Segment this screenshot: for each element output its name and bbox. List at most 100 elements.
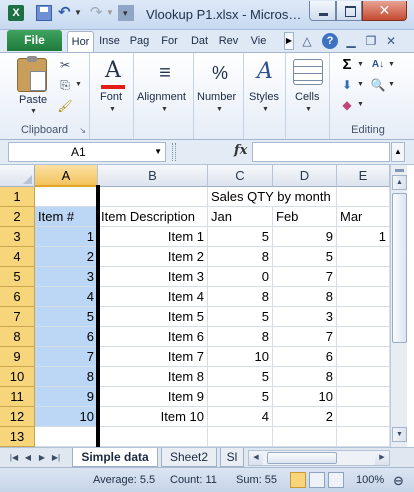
cell-c13[interactable] bbox=[208, 427, 273, 447]
cell-d13[interactable] bbox=[273, 427, 337, 447]
zoom-level[interactable]: 100% bbox=[356, 474, 384, 486]
autosum-icon[interactable]: Σ bbox=[339, 57, 355, 73]
cell-e1[interactable] bbox=[337, 187, 390, 207]
cell-c6[interactable]: 8 bbox=[208, 287, 273, 307]
row-header-4[interactable]: 4 bbox=[0, 247, 35, 267]
cell-a1[interactable] bbox=[35, 187, 98, 207]
sheet-tab-simple-data[interactable]: Simple data bbox=[72, 448, 158, 467]
paste-label[interactable]: Paste bbox=[19, 94, 47, 106]
prev-sheet-icon[interactable]: ◀ bbox=[22, 451, 34, 465]
tab-page-layout[interactable]: Pag bbox=[126, 31, 153, 52]
row-header-12[interactable]: 12 bbox=[0, 407, 35, 427]
tab-home[interactable]: Hor bbox=[67, 31, 94, 52]
customize-qat-icon[interactable]: ▾ bbox=[123, 5, 139, 21]
cell-e2[interactable]: Mar bbox=[337, 207, 390, 227]
alignment-icon[interactable]: ≡ bbox=[149, 59, 181, 91]
cell-d12[interactable]: 2 bbox=[273, 407, 337, 427]
scroll-left-icon[interactable]: ◀ bbox=[249, 451, 263, 465]
styles-label[interactable]: Styles bbox=[249, 91, 279, 103]
redo-icon[interactable]: ↷ bbox=[90, 5, 106, 21]
cell-a9[interactable]: 7 bbox=[35, 347, 98, 367]
cell-d3[interactable]: 9 bbox=[273, 227, 337, 247]
sheet-tab-sheet3[interactable]: Sl bbox=[220, 448, 244, 467]
row-header-6[interactable]: 6 bbox=[0, 287, 35, 307]
column-header-c[interactable]: C bbox=[208, 165, 273, 187]
row-header-8[interactable]: 8 bbox=[0, 327, 35, 347]
cell-d8[interactable]: 7 bbox=[273, 327, 337, 347]
cell-a2[interactable]: Item # bbox=[35, 207, 98, 227]
cell-b3[interactable]: Item 1 bbox=[98, 227, 208, 247]
scroll-down-icon[interactable]: ▼ bbox=[392, 427, 407, 442]
cell-b13[interactable] bbox=[98, 427, 208, 447]
row-header-5[interactable]: 5 bbox=[0, 267, 35, 287]
styles-icon[interactable]: A bbox=[249, 58, 281, 90]
row-header-3[interactable]: 3 bbox=[0, 227, 35, 247]
cell-e4[interactable] bbox=[337, 247, 390, 267]
cell-c9[interactable]: 10 bbox=[208, 347, 273, 367]
column-header-d[interactable]: D bbox=[273, 165, 337, 187]
page-break-view-icon[interactable] bbox=[328, 472, 344, 488]
alignment-dropdown-icon[interactable]: ▼ bbox=[161, 106, 168, 113]
last-sheet-icon[interactable]: ▶| bbox=[50, 451, 62, 465]
insert-function-icon[interactable]: fx bbox=[234, 143, 247, 158]
row-header-10[interactable]: 10 bbox=[0, 367, 35, 387]
sort-dropdown-icon[interactable]: ▼ bbox=[388, 61, 395, 68]
cell-e11[interactable] bbox=[337, 387, 390, 407]
row-header-13[interactable]: 13 bbox=[0, 427, 35, 447]
cell-c4[interactable]: 8 bbox=[208, 247, 273, 267]
name-box[interactable]: A1 ▼ bbox=[8, 142, 166, 162]
cells-label[interactable]: Cells bbox=[295, 91, 319, 103]
scroll-right-icon[interactable]: ▶ bbox=[375, 451, 389, 465]
sort-filter-icon[interactable]: A↓ bbox=[370, 57, 386, 73]
fill-dropdown-icon[interactable]: ▼ bbox=[357, 81, 364, 88]
cell-c3[interactable]: 5 bbox=[208, 227, 273, 247]
fill-icon[interactable]: ⬇ bbox=[339, 77, 355, 93]
tab-review[interactable]: Rev bbox=[215, 31, 242, 52]
cell-d9[interactable]: 6 bbox=[273, 347, 337, 367]
tab-view[interactable]: Vie bbox=[245, 31, 272, 52]
help-icon[interactable]: ? bbox=[322, 33, 338, 49]
cell-e12[interactable] bbox=[337, 407, 390, 427]
clear-dropdown-icon[interactable]: ▼ bbox=[357, 101, 364, 108]
page-layout-view-icon[interactable] bbox=[309, 472, 325, 488]
save-icon[interactable] bbox=[36, 5, 52, 21]
horizontal-scrollbar[interactable]: ◀ ▶ bbox=[248, 450, 390, 466]
find-dropdown-icon[interactable]: ▼ bbox=[388, 81, 395, 88]
tab-data[interactable]: Dat bbox=[186, 31, 213, 52]
font-icon[interactable]: A bbox=[97, 58, 129, 90]
close-button[interactable]: ✕ bbox=[362, 1, 407, 21]
split-handle-icon[interactable] bbox=[395, 169, 404, 172]
paste-dropdown-icon[interactable]: ▼ bbox=[30, 108, 37, 115]
tab-scroll-right-icon[interactable]: ▶ bbox=[284, 32, 294, 50]
vertical-scroll-thumb[interactable] bbox=[392, 193, 407, 343]
column-header-a[interactable]: A bbox=[35, 165, 98, 187]
cell-d6[interactable]: 8 bbox=[273, 287, 337, 307]
zoom-out-icon[interactable]: ⊖ bbox=[393, 473, 404, 489]
cell-b8[interactable]: Item 6 bbox=[98, 327, 208, 347]
cell-b6[interactable]: Item 4 bbox=[98, 287, 208, 307]
cell-a10[interactable]: 8 bbox=[35, 367, 98, 387]
paste-icon[interactable] bbox=[17, 56, 47, 92]
cell-e3[interactable]: 1 bbox=[337, 227, 390, 247]
cell-b1[interactable] bbox=[98, 187, 208, 207]
cell-c12[interactable]: 4 bbox=[208, 407, 273, 427]
copy-icon[interactable]: ⎘ bbox=[57, 77, 73, 93]
cell-d11[interactable]: 10 bbox=[273, 387, 337, 407]
cell-b11[interactable]: Item 9 bbox=[98, 387, 208, 407]
cell-c7[interactable]: 5 bbox=[208, 307, 273, 327]
cell-b9[interactable]: Item 7 bbox=[98, 347, 208, 367]
formula-bar-splitter[interactable] bbox=[172, 143, 176, 161]
doc-minimize-icon[interactable]: ▁ bbox=[343, 33, 359, 49]
column-header-b[interactable]: B bbox=[98, 165, 208, 187]
alignment-label[interactable]: Alignment bbox=[137, 91, 186, 103]
format-painter-icon[interactable]: 🖌 bbox=[57, 98, 73, 114]
scroll-up-icon[interactable]: ▲ bbox=[392, 175, 407, 190]
normal-view-icon[interactable] bbox=[290, 472, 306, 488]
excel-logo-icon[interactable]: X bbox=[8, 5, 24, 21]
cell-d7[interactable]: 3 bbox=[273, 307, 337, 327]
cell-a5[interactable]: 3 bbox=[35, 267, 98, 287]
row-header-1[interactable]: 1 bbox=[0, 187, 35, 207]
cell-e5[interactable] bbox=[337, 267, 390, 287]
cell-e7[interactable] bbox=[337, 307, 390, 327]
cell-b4[interactable]: Item 2 bbox=[98, 247, 208, 267]
